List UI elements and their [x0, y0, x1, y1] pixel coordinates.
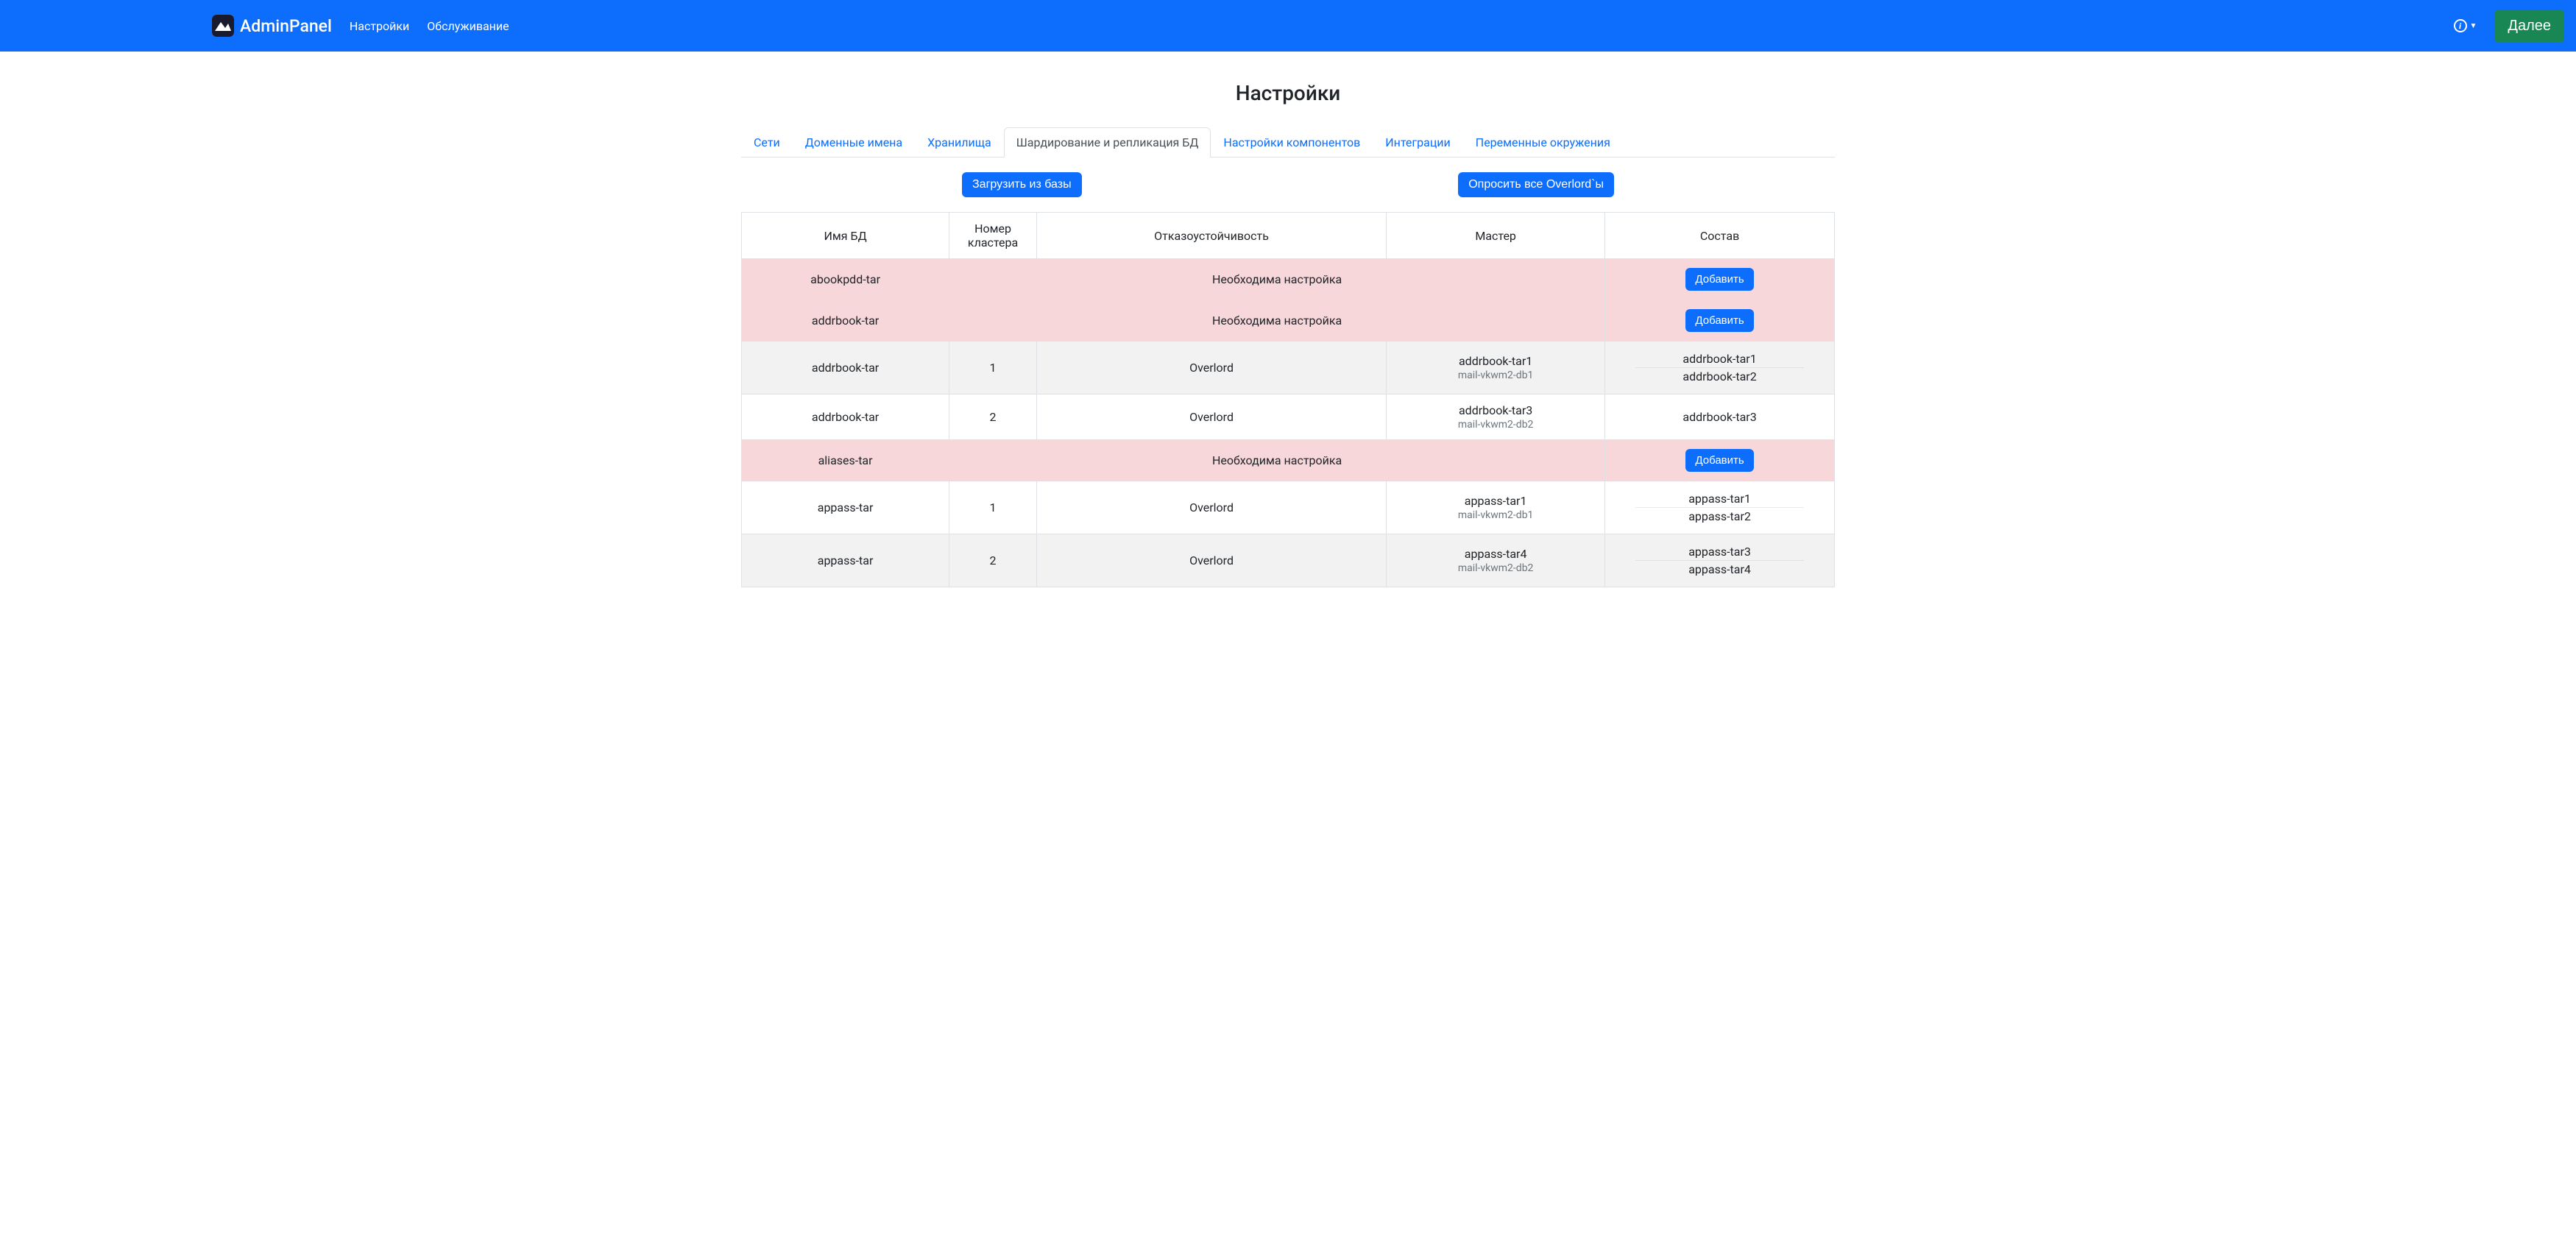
add-button[interactable]: Добавить — [1685, 449, 1753, 472]
nav-links: Настройки Обслуживание — [344, 13, 515, 39]
cell-composition: Добавить — [1605, 259, 1835, 300]
cell-db-name: addrbook-tar — [742, 342, 949, 395]
cell-master: addrbook-tar1mail-vkwm2-db1 — [1387, 342, 1605, 395]
table-row: aliases-tarНеобходима настройка Добавить — [742, 440, 1835, 481]
th-fault-tolerance: Отказоустойчивость — [1036, 213, 1386, 259]
table-row: addrbook-tar2Overlordaddrbook-tar3mail-v… — [742, 395, 1835, 440]
th-db-name: Имя БД — [742, 213, 949, 259]
table-row: addrbook-tar1Overlordaddrbook-tar1mail-v… — [742, 342, 1835, 395]
cell-config-message: Необходима настройка — [949, 440, 1605, 481]
cell-fault-tolerance: Overlord — [1036, 395, 1386, 440]
cell-composition: appass-tar3appass-tar4 — [1605, 534, 1835, 587]
chevron-down-icon: ▼ — [2470, 22, 2477, 30]
brand-logo-icon — [212, 15, 234, 37]
cell-db-name: abookpdd-tar — [742, 259, 949, 300]
tab-3[interactable]: Шардирование и репликация БД — [1004, 127, 1211, 158]
tab-6[interactable]: Переменные окружения — [1463, 127, 1623, 157]
cell-composition: Добавить — [1605, 440, 1835, 481]
cell-db-name: addrbook-tar — [742, 300, 949, 342]
cell-master-host: mail-vkwm2-db1 — [1395, 509, 1596, 521]
cell-master-host: mail-vkwm2-db1 — [1395, 369, 1596, 381]
tab-4[interactable]: Настройки компонентов — [1211, 127, 1373, 157]
table-row: addrbook-tarНеобходима настройка Добавить — [742, 300, 1835, 342]
cell-master: appass-tar1mail-vkwm2-db1 — [1387, 481, 1605, 534]
table-row: appass-tar1Overlordappass-tar1mail-vkwm2… — [742, 481, 1835, 534]
cell-db-name: appass-tar — [742, 481, 949, 534]
tab-0[interactable]: Сети — [741, 127, 793, 157]
poll-overlords-button[interactable]: Опросить все Overlord`ы — [1458, 172, 1614, 197]
add-button[interactable]: Добавить — [1685, 309, 1753, 332]
composition-item: appass-tar4 — [1635, 561, 1805, 578]
tab-5[interactable]: Интеграции — [1373, 127, 1463, 157]
cell-cluster-number: 1 — [949, 342, 1037, 395]
cell-composition: addrbook-tar3 — [1605, 395, 1835, 440]
info-dropdown[interactable]: i ▼ — [2448, 13, 2483, 38]
composition-item: addrbook-tar1 — [1635, 350, 1805, 368]
add-button[interactable]: Добавить — [1685, 268, 1753, 291]
sharding-table: Имя БД Номер кластера Отказоустойчивость… — [741, 212, 1835, 587]
cell-composition: Добавить — [1605, 300, 1835, 342]
nav-link-settings[interactable]: Настройки — [344, 13, 415, 39]
cell-config-message: Необходима настройка — [949, 259, 1605, 300]
cell-cluster-number: 2 — [949, 395, 1037, 440]
tab-1[interactable]: Доменные имена — [793, 127, 915, 157]
cell-master-host: mail-vkwm2-db2 — [1395, 562, 1596, 574]
cell-db-name: aliases-tar — [742, 440, 949, 481]
page-title: Настройки — [741, 81, 1835, 105]
action-row: Загрузить из базы Опросить все Overlord`… — [962, 172, 1614, 197]
cell-master: appass-tar4mail-vkwm2-db2 — [1387, 534, 1605, 587]
info-icon: i — [2454, 19, 2467, 32]
cell-db-name: addrbook-tar — [742, 395, 949, 440]
cell-composition: addrbook-tar1addrbook-tar2 — [1605, 342, 1835, 395]
composition-item: addrbook-tar2 — [1635, 368, 1805, 385]
composition-item: addrbook-tar3 — [1635, 408, 1805, 425]
cell-config-message: Необходима настройка — [949, 300, 1605, 342]
brand-link[interactable]: AdminPanel — [212, 15, 332, 37]
cell-master: addrbook-tar3mail-vkwm2-db2 — [1387, 395, 1605, 440]
table-row: abookpdd-tarНеобходима настройка Добавить — [742, 259, 1835, 300]
next-button[interactable]: Далее — [2494, 10, 2564, 42]
cell-composition: appass-tar1appass-tar2 — [1605, 481, 1835, 534]
composition-item: appass-tar2 — [1635, 508, 1805, 525]
load-from-db-button[interactable]: Загрузить из базы — [962, 172, 1082, 197]
th-cluster-number: Номер кластера — [949, 213, 1037, 259]
cell-cluster-number: 2 — [949, 534, 1037, 587]
composition-item: appass-tar3 — [1635, 543, 1805, 561]
brand-text: AdminPanel — [240, 16, 332, 36]
th-master: Мастер — [1387, 213, 1605, 259]
cell-db-name: appass-tar — [742, 534, 949, 587]
tab-2[interactable]: Хранилища — [915, 127, 1004, 157]
th-composition: Состав — [1605, 213, 1835, 259]
cell-fault-tolerance: Overlord — [1036, 481, 1386, 534]
table-row: appass-tar2Overlordappass-tar4mail-vkwm2… — [742, 534, 1835, 587]
tabs: СетиДоменные именаХранилищаШардирование … — [741, 127, 1835, 158]
nav-link-maintenance[interactable]: Обслуживание — [421, 13, 514, 39]
composition-item: appass-tar1 — [1635, 490, 1805, 508]
cell-fault-tolerance: Overlord — [1036, 342, 1386, 395]
navbar: AdminPanel Настройки Обслуживание i ▼ Да… — [0, 0, 2576, 52]
cell-cluster-number: 1 — [949, 481, 1037, 534]
cell-fault-tolerance: Overlord — [1036, 534, 1386, 587]
cell-master-host: mail-vkwm2-db2 — [1395, 419, 1596, 431]
